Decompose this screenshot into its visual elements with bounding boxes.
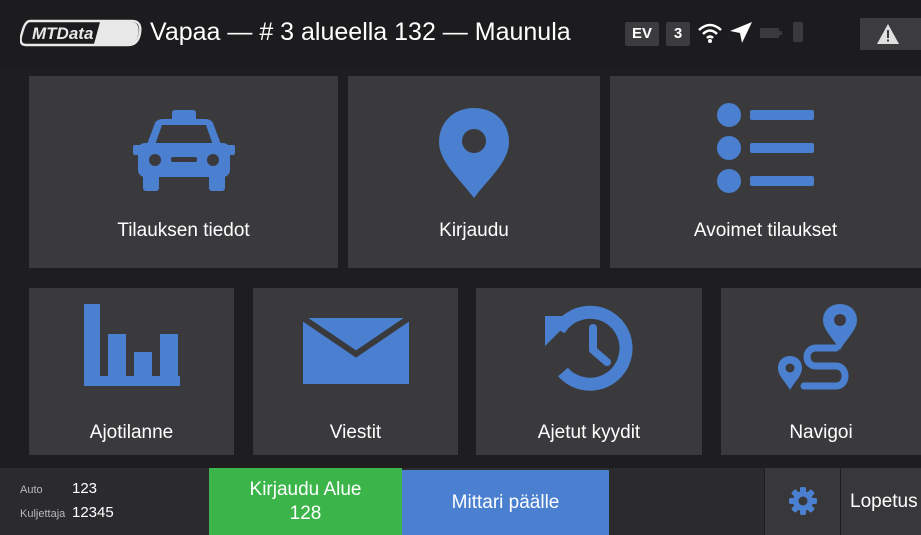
auto-label: Auto	[20, 484, 43, 496]
logo-text: MTData	[32, 24, 93, 43]
tile-navigate[interactable]: Navigoi	[721, 288, 921, 455]
tile-label: Avoimet tilaukset	[693, 220, 838, 241]
login-area-number: 128	[289, 503, 322, 524]
gear-icon	[789, 487, 817, 515]
history-icon	[545, 305, 633, 391]
auto-value: 123	[72, 480, 98, 497]
vehicle-info: Auto 123 Kuljettaja 12345	[0, 468, 209, 535]
count-badge: 3	[666, 22, 690, 46]
tile-order-details[interactable]: Tilauksen tiedot	[29, 76, 338, 268]
route-icon	[778, 304, 857, 390]
login-area-button[interactable]: Kirjaudu Alue 128	[209, 468, 402, 535]
tile-label: Viestit	[329, 422, 382, 443]
tile-messages[interactable]: Viestit	[253, 288, 458, 455]
tile-label: Tilauksen tiedot	[117, 220, 250, 241]
status-title: Vapaa — # 3 alueella 132 — Maunula	[150, 18, 571, 46]
status-bar: MTData Vapaa — # 3 alueella 132 — Maunul…	[0, 0, 921, 66]
tile-open-orders[interactable]: Avoimet tilaukset	[610, 76, 921, 268]
wifi-icon	[698, 23, 722, 43]
driver-value: 12345	[72, 504, 114, 521]
battery-icon	[760, 28, 782, 38]
tile-label: Ajotilanne	[89, 422, 174, 443]
tile-login[interactable]: Kirjaudu	[348, 76, 600, 268]
list-icon	[716, 103, 814, 193]
bar-chart-icon	[83, 304, 180, 386]
tile-drive-status[interactable]: Ajotilanne	[29, 288, 234, 455]
envelope-icon	[300, 316, 411, 384]
logout-button[interactable]: Lopetus	[840, 468, 921, 535]
warning-icon	[877, 24, 899, 44]
plug-icon	[793, 22, 803, 42]
login-area-label: Kirjaudu Alue	[249, 479, 362, 500]
location-arrow-icon	[730, 22, 752, 43]
ev-badge: EV	[625, 22, 659, 46]
bottom-bar: Auto 123 Kuljettaja 12345 Kirjaudu Alue 12…	[0, 468, 921, 535]
tile-label: Navigoi	[789, 422, 853, 443]
map-pin-icon	[439, 108, 509, 198]
settings-button[interactable]	[764, 468, 840, 535]
tile-label: Kirjaudu	[439, 220, 509, 241]
driver-label: Kuljettaja	[20, 508, 66, 520]
mtdata-logo: MTData	[20, 19, 142, 47]
tile-label: Ajetut kyydit	[537, 422, 641, 443]
tile-driven-rides[interactable]: Ajetut kyydit	[476, 288, 702, 455]
warning-button[interactable]	[860, 18, 921, 50]
meter-on-button[interactable]: Mittari päälle	[402, 470, 609, 535]
taxi-icon	[132, 110, 235, 191]
